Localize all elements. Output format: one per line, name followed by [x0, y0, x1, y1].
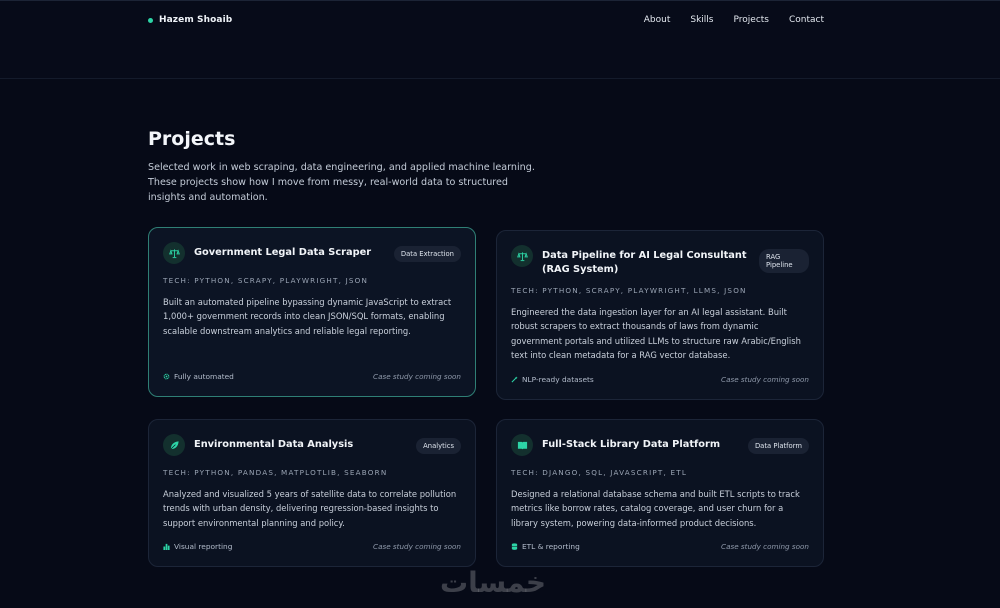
case-study-status: Case study coming soon — [721, 375, 809, 384]
category-badge: Data Extraction — [393, 246, 461, 262]
highlight-label: ETL & reporting — [522, 542, 580, 551]
gear-icon — [163, 373, 170, 380]
project-description: Built an automated pipeline bypassing dy… — [163, 297, 452, 336]
tech-stack: TECH: PYTHON, SCRAPY, PLAYWRIGHT, JSON — [163, 276, 369, 285]
case-study-status: Case study coming soon — [373, 542, 461, 551]
book-icon — [511, 434, 533, 456]
category-badge: Data Platform — [747, 438, 809, 454]
main-nav: About Skills Projects Contact — [644, 15, 824, 25]
project-title: Environmental Data Analysis — [194, 439, 354, 450]
section-intro: Selected work in web scraping, data engi… — [148, 162, 535, 203]
highlight-label: Visual reporting — [174, 542, 233, 551]
project-card-rag-pipeline[interactable]: Data Pipeline for AI Legal Consultant (R… — [496, 230, 824, 400]
project-highlight: ETL & reporting — [511, 542, 580, 551]
wand-icon — [511, 376, 518, 383]
project-description: Designed a relational database schema an… — [511, 489, 800, 528]
nav-link-projects[interactable]: Projects — [734, 15, 769, 25]
portfolio-page: Hazem Shoaib About Skills Projects Conta… — [0, 0, 1000, 608]
project-card-legal-scraper[interactable]: Government Legal Data Scraper Data Extra… — [148, 227, 476, 397]
category-badge: RAG Pipeline — [759, 249, 809, 273]
leaf-icon — [163, 434, 185, 456]
scale-icon — [511, 245, 533, 267]
brand[interactable]: Hazem Shoaib — [148, 15, 232, 25]
khamsat-watermark: خمسات — [440, 566, 547, 599]
database-icon — [511, 543, 518, 550]
category-badge: Analytics — [416, 438, 461, 454]
section-title: Projects — [148, 128, 236, 150]
tech-stack: TECH: DJANGO, SQL, JAVASCRIPT, ETL — [511, 468, 688, 477]
brand-name: Hazem Shoaib — [159, 15, 233, 25]
nav-link-about[interactable]: About — [644, 15, 671, 25]
top-navigation-bar: Hazem Shoaib About Skills Projects Conta… — [0, 0, 1000, 79]
tech-stack: TECH: PYTHON, PANDAS, MATPLOTLIB, SEABOR… — [163, 468, 388, 477]
bar-chart-icon — [163, 543, 170, 550]
highlight-label: Fully automated — [174, 372, 234, 381]
project-card-library-platform[interactable]: Full-Stack Library Data Platform Data Pl… — [496, 419, 824, 567]
project-description: Analyzed and visualized 5 years of satel… — [163, 489, 457, 528]
project-highlight: NLP-ready datasets — [511, 375, 594, 384]
scale-icon — [163, 242, 185, 264]
project-description: Engineered the data ingestion layer for … — [511, 307, 801, 360]
nav-link-contact[interactable]: Contact — [789, 15, 824, 25]
tech-stack: TECH: PYTHON, SCRAPY, PLAYWRIGHT, LLMS, … — [511, 286, 747, 295]
nav-link-skills[interactable]: Skills — [690, 15, 713, 25]
project-title: Government Legal Data Scraper — [194, 247, 372, 258]
project-title: Data Pipeline for AI Legal Consultant (R… — [542, 250, 747, 275]
project-highlight: Visual reporting — [163, 542, 232, 551]
case-study-status: Case study coming soon — [373, 372, 461, 381]
project-highlight: Fully automated — [163, 372, 234, 381]
case-study-status: Case study coming soon — [721, 542, 809, 551]
project-card-environmental-analysis[interactable]: Environmental Data Analysis Analytics TE… — [148, 419, 476, 567]
project-title: Full-Stack Library Data Platform — [542, 439, 721, 450]
highlight-label: NLP-ready datasets — [522, 375, 594, 384]
status-dot-icon — [148, 17, 153, 23]
